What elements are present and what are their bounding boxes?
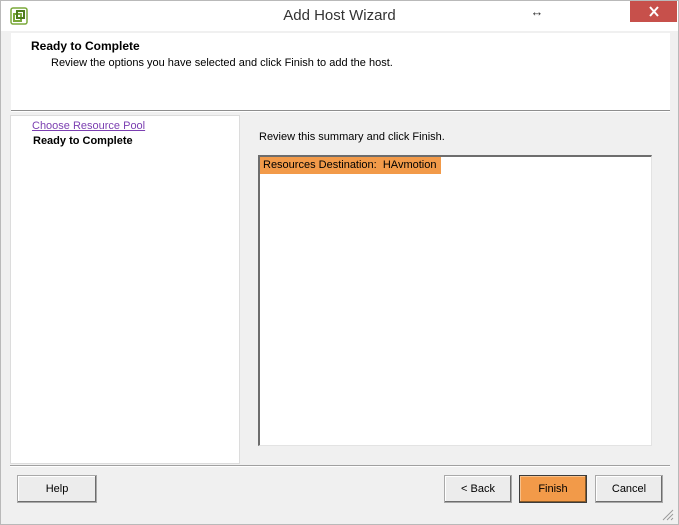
title-bar[interactable]: Add Host Wizard ↔ [1, 1, 678, 31]
step-choose-resource-pool[interactable]: Choose Resource Pool [32, 120, 145, 132]
close-button[interactable] [630, 1, 677, 22]
wizard-window: Add Host Wizard ↔ Ready to Complete Revi… [0, 0, 679, 525]
content-panel: Review this summary and click Finish. Re… [239, 115, 669, 462]
resize-arrows-icon: ↔ [530, 4, 544, 19]
window-title: Add Host Wizard [283, 7, 396, 24]
header-description: Review the options you have selected and… [51, 57, 393, 69]
summary-item-label: Resources Destination: [263, 159, 377, 171]
header-divider [11, 110, 670, 112]
resize-grip-icon[interactable] [660, 507, 674, 521]
summary-list[interactable]: Resources Destination: HAvmotion [258, 155, 652, 446]
summary-item-value: HAvmotion [382, 159, 437, 171]
wizard-steps-panel: Choose Resource Pool Ready to Complete [10, 115, 240, 464]
summary-item-resources-destination[interactable]: Resources Destination: HAvmotion [260, 157, 442, 174]
finish-button[interactable]: Finish [519, 475, 587, 503]
cancel-button[interactable]: Cancel [595, 475, 663, 503]
footer-divider [10, 465, 670, 467]
back-button[interactable]: < Back [444, 475, 512, 503]
wizard-header: Ready to Complete Review the options you… [11, 33, 670, 110]
close-icon [648, 6, 660, 20]
header-title: Ready to Complete [31, 39, 140, 53]
help-button[interactable]: Help [17, 475, 97, 503]
review-instruction: Review this summary and click Finish. [259, 131, 445, 143]
step-ready-to-complete: Ready to Complete [33, 135, 133, 147]
